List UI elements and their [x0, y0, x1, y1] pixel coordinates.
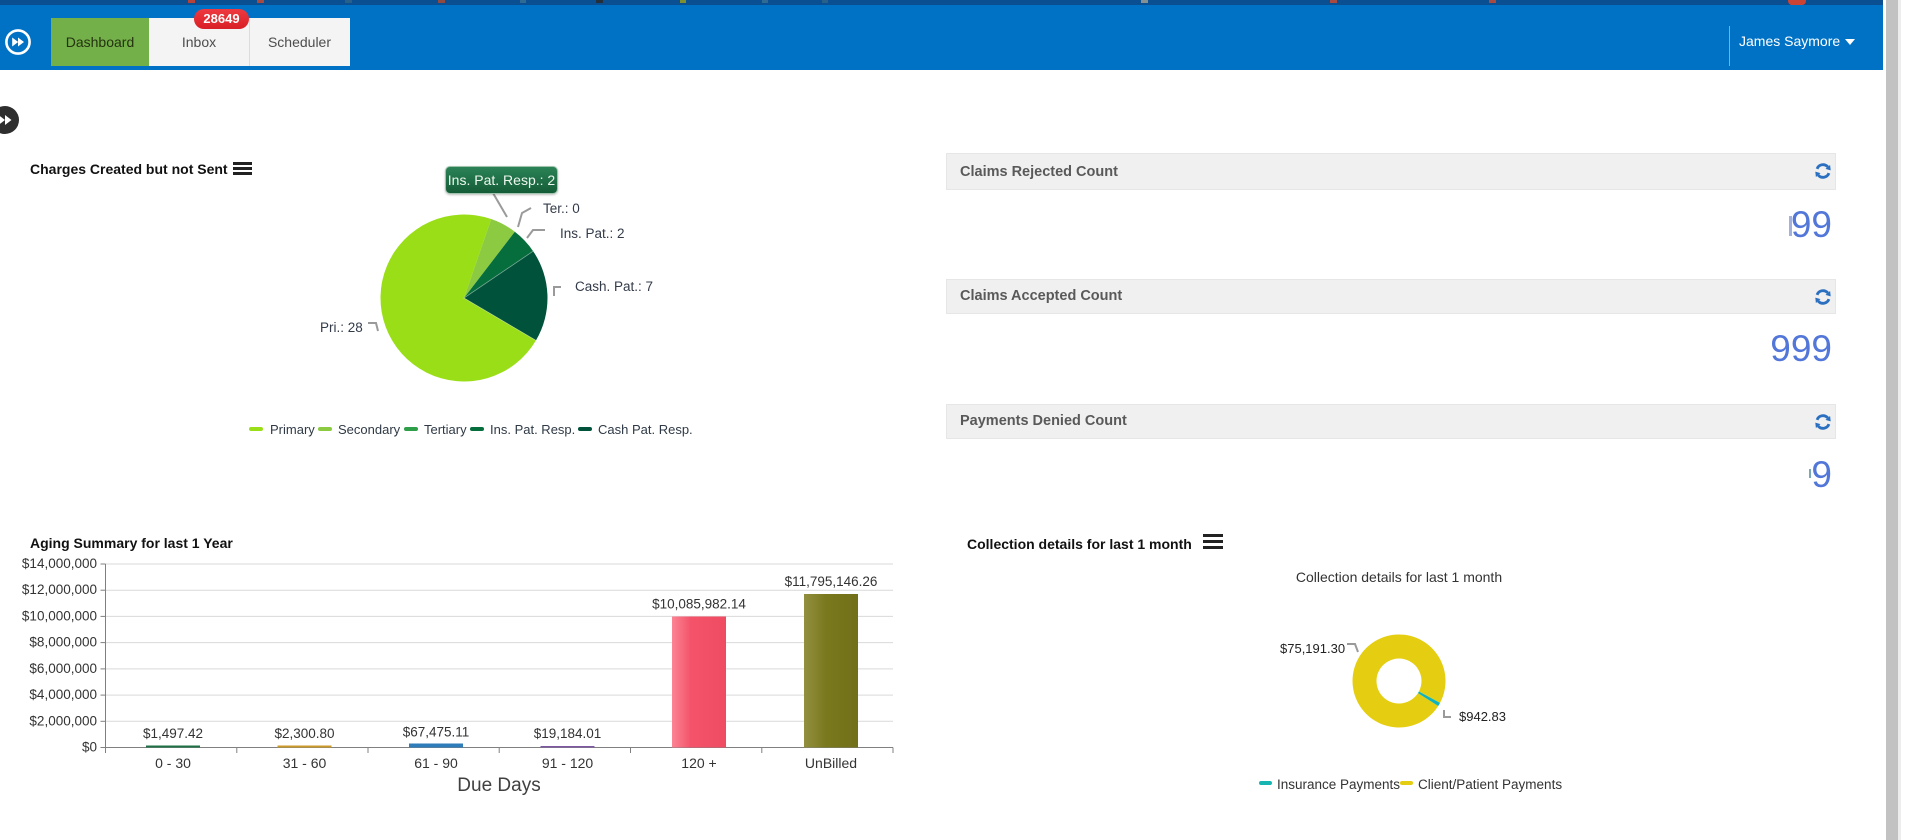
- svg-text:$8,000,000: $8,000,000: [29, 635, 97, 650]
- svg-text:$14,000,000: $14,000,000: [22, 556, 97, 571]
- svg-text:$11,795,146.26: $11,795,146.26: [785, 574, 878, 589]
- svg-text:$10,085,982.14: $10,085,982.14: [652, 597, 746, 612]
- svg-text:$19,184.01: $19,184.01: [534, 726, 602, 741]
- svg-text:$2,000,000: $2,000,000: [29, 713, 97, 728]
- svg-text:61 - 90: 61 - 90: [414, 755, 458, 771]
- svg-text:120 +: 120 +: [681, 755, 716, 771]
- svg-text:91 - 120: 91 - 120: [542, 755, 594, 771]
- svg-text:UnBilled: UnBilled: [805, 755, 857, 771]
- svg-text:$2,300.80: $2,300.80: [274, 726, 334, 741]
- svg-text:$12,000,000: $12,000,000: [22, 582, 97, 597]
- svg-text:$10,000,000: $10,000,000: [22, 608, 97, 623]
- svg-text:$0: $0: [82, 740, 97, 755]
- svg-text:Due Days: Due Days: [457, 775, 540, 796]
- svg-text:$6,000,000: $6,000,000: [29, 661, 97, 676]
- svg-text:$67,475.11: $67,475.11: [403, 725, 470, 740]
- svg-text:$4,000,000: $4,000,000: [29, 687, 97, 702]
- svg-text:$1,497.42: $1,497.42: [143, 726, 203, 741]
- svg-text:31 - 60: 31 - 60: [283, 755, 327, 771]
- svg-text:0 - 30: 0 - 30: [155, 755, 191, 771]
